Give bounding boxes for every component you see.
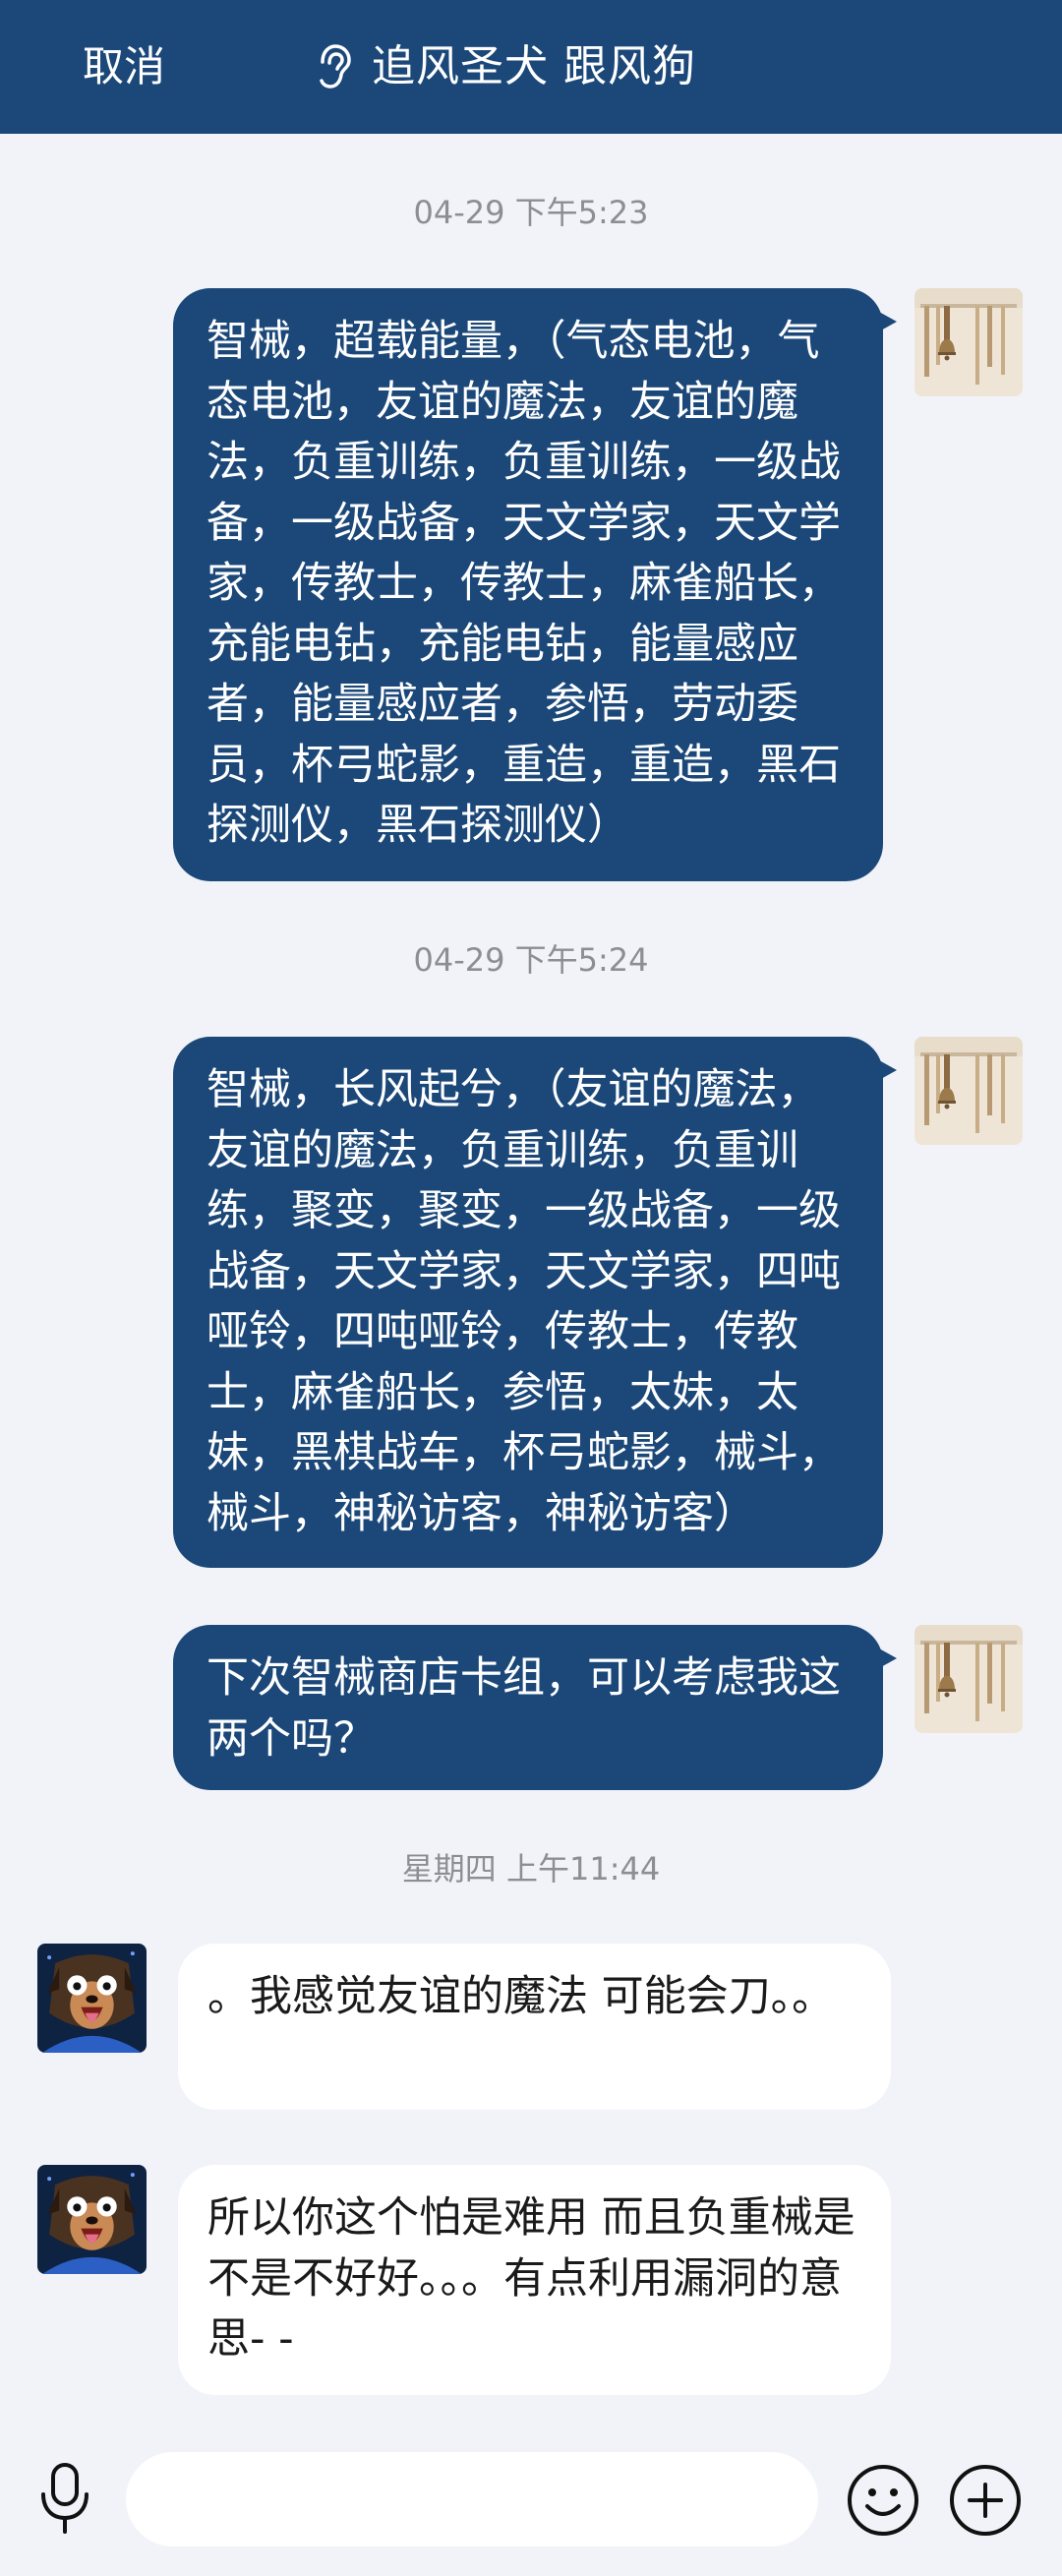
outgoing-message[interactable]: 智械，长风起兮，（友谊的魔法，友谊的魔法，负重训练，负重训练，聚变，聚变，一级战… xyxy=(173,1037,897,1568)
top-bar: 取消 追风圣犬 跟风狗 xyxy=(0,0,1062,134)
my-avatar[interactable] xyxy=(914,1625,1023,1733)
timestamp: 星期四 上午11:44 xyxy=(401,1850,661,1887)
incoming-message[interactable]: 所以你这个怕是难用 而且负重械是不是不好好。。。有点利用漏洞的意思- - xyxy=(178,2165,891,2395)
incoming-message[interactable]: 。我感觉友谊的魔法 可能会刀。。 xyxy=(178,1944,891,2110)
message-input[interactable] xyxy=(126,2452,818,2546)
outgoing-message[interactable]: 下次智械商店卡组，可以考虑我这两个吗？ xyxy=(173,1625,897,1790)
hearing-ear-icon xyxy=(320,44,351,89)
my-avatar[interactable] xyxy=(914,1037,1023,1145)
my-avatar[interactable] xyxy=(914,288,1023,396)
contact-avatar[interactable] xyxy=(37,2165,147,2274)
chat-title-wrap: 追风圣犬 跟风狗 xyxy=(313,37,696,96)
contact-avatar[interactable] xyxy=(37,1944,147,2053)
cancel-button[interactable]: 取消 xyxy=(83,37,165,96)
timestamp: 04-29 下午5:23 xyxy=(413,194,649,231)
plus-icon[interactable] xyxy=(948,2463,1023,2538)
emoji-icon[interactable] xyxy=(846,2463,920,2538)
microphone-icon[interactable] xyxy=(33,2459,96,2536)
timestamp: 04-29 下午5:24 xyxy=(413,941,649,979)
outgoing-message[interactable]: 智械，超载能量，（气态电池，气态电池，友谊的魔法，友谊的魔法，负重训练，负重训练… xyxy=(173,288,897,881)
chat-title: 追风圣犬 跟风狗 xyxy=(372,41,696,91)
